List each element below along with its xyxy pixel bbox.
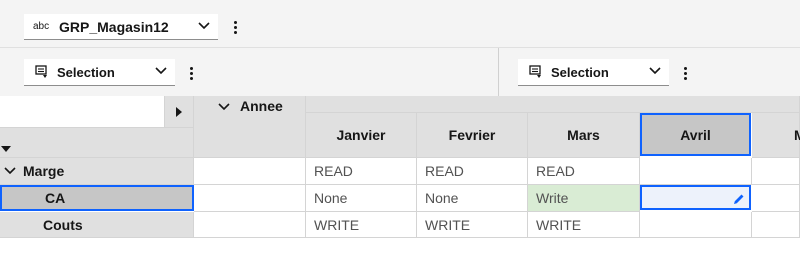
selection-label: Selection: [57, 64, 115, 80]
data-cell[interactable]: READ: [306, 158, 417, 185]
cell-value: Write: [536, 190, 569, 206]
column-dimension-header[interactable]: Annee: [194, 96, 306, 158]
column-header-label: Mars: [567, 127, 600, 143]
data-cell[interactable]: [640, 158, 752, 185]
column-header-selected[interactable]: Avril: [640, 113, 751, 156]
cell-value: WRITE: [314, 216, 360, 233]
chevron-down-icon: [198, 22, 210, 30]
dimension-value: GRP_Magasin12: [59, 18, 169, 35]
column-header[interactable]: Janvier: [306, 113, 417, 158]
row-header-ca[interactable]: CA: [0, 185, 194, 211]
expand-columns-button[interactable]: [165, 96, 194, 128]
data-cell[interactable]: None: [306, 185, 417, 212]
overflow-menu-icon[interactable]: [229, 18, 241, 36]
overflow-menu-icon[interactable]: [679, 64, 691, 82]
data-cell[interactable]: [194, 212, 306, 238]
column-header[interactable]: Mars: [528, 113, 640, 158]
toolbar-divider: [498, 48, 499, 96]
selection-dropdown-rows[interactable]: Selection: [24, 59, 175, 86]
row-axis-header[interactable]: [0, 128, 194, 158]
row-header-label: CA: [45, 190, 66, 206]
selection-label: Selection: [551, 64, 609, 80]
chevron-down-icon: [4, 167, 16, 175]
selection-list-icon: [35, 65, 47, 78]
column-header[interactable]: Fevrier: [417, 113, 528, 158]
edit-pencil-icon[interactable]: [733, 193, 745, 205]
cell-value: WRITE: [425, 216, 471, 233]
caret-right-icon: [176, 106, 182, 117]
chevron-down-icon: [649, 67, 661, 75]
data-cell[interactable]: [194, 158, 306, 185]
overflow-menu-icon[interactable]: [185, 64, 197, 82]
column-dimension-label: Annee: [240, 98, 283, 114]
column-group-header: [306, 96, 800, 113]
dimension-dropdown[interactable]: abc GRP_Magasin12: [24, 14, 218, 40]
selection-list-icon: [529, 65, 541, 78]
cell-value: WRITE: [536, 216, 582, 233]
row-header-couts[interactable]: Couts: [0, 212, 194, 238]
data-cell[interactable]: [640, 212, 752, 238]
data-cell[interactable]: WRITE: [306, 212, 417, 238]
data-cell[interactable]: None: [417, 185, 528, 212]
data-cell[interactable]: READ: [528, 158, 640, 185]
row-header-label: Marge: [23, 163, 65, 179]
cell-value: None: [425, 190, 459, 206]
row-header-label: Couts: [43, 216, 83, 233]
data-cell[interactable]: [194, 185, 306, 212]
active-edit-cell[interactable]: [640, 185, 751, 210]
column-header-label: Janvier: [336, 127, 386, 143]
chevron-down-icon: [218, 103, 230, 111]
dimension-type-label: abc: [33, 21, 50, 32]
data-cell[interactable]: READ: [417, 158, 528, 185]
crosstab-grid: Annee Janvier Fevrier Mars Avril M Marge…: [0, 96, 800, 265]
cell-value: None: [314, 190, 348, 206]
selection-dropdown-columns[interactable]: Selection: [518, 59, 669, 86]
cell-value: READ: [314, 163, 353, 179]
data-cell[interactable]: WRITE: [417, 212, 528, 238]
data-cell[interactable]: [752, 185, 800, 212]
editable-cell[interactable]: Write: [528, 185, 640, 212]
cell-value: READ: [536, 163, 575, 179]
chevron-down-icon: [155, 67, 167, 75]
column-header-label: Avril: [680, 126, 711, 143]
corner-cell: [0, 96, 165, 128]
row-header-marge[interactable]: Marge: [0, 158, 194, 185]
column-header-label: M: [794, 127, 800, 143]
caret-down-icon: [1, 146, 11, 152]
column-header-label: Fevrier: [448, 127, 496, 143]
data-cell[interactable]: [752, 212, 800, 238]
data-cell[interactable]: WRITE: [528, 212, 640, 238]
data-cell[interactable]: [752, 158, 800, 185]
column-header[interactable]: M: [752, 113, 800, 158]
cell-value: READ: [425, 163, 464, 179]
